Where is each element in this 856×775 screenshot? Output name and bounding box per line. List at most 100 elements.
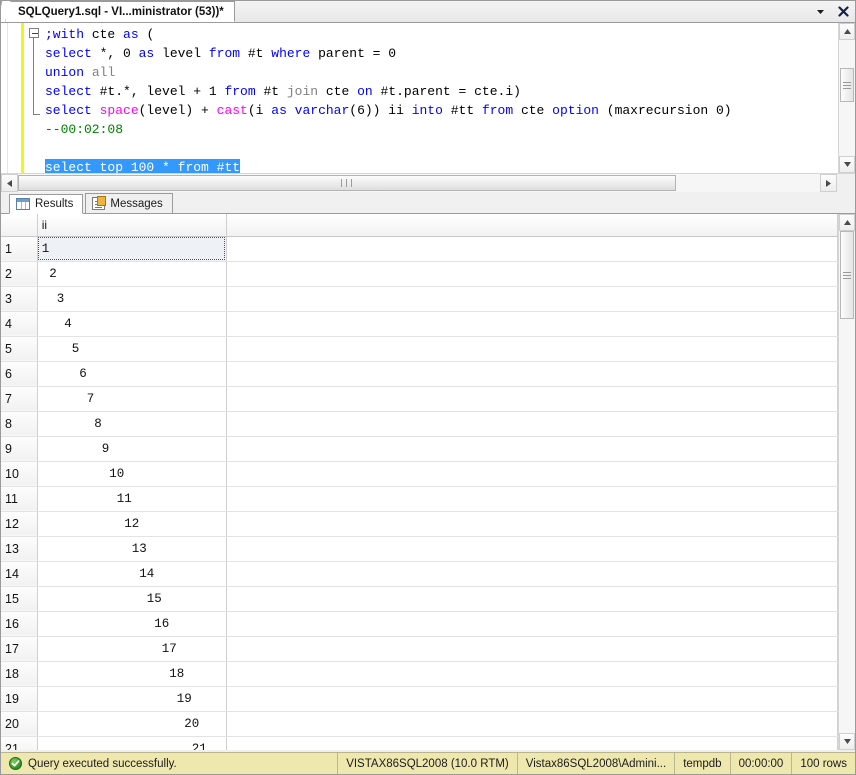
scroll-up-arrow-icon[interactable] — [839, 214, 855, 231]
editor-hscroll-thumb[interactable] — [18, 175, 676, 191]
table-row[interactable]: 7 7 — [1, 386, 838, 412]
grid-cell-ii[interactable]: 12 — [37, 511, 227, 537]
editor-vscroll-thumb[interactable] — [840, 68, 854, 102]
document-tab-sqlquery1[interactable]: SQLQuery1.sql - VI...ministrator (53))* — [5, 1, 235, 22]
scroll-right-arrow-icon[interactable] — [820, 174, 837, 192]
table-row[interactable]: 3 3 — [1, 286, 838, 312]
row-header-cell[interactable]: 4 — [1, 311, 38, 337]
table-row[interactable]: 8 8 — [1, 411, 838, 437]
row-header-cell[interactable]: 2 — [1, 261, 38, 287]
grid-cell-ii[interactable]: 1 — [37, 236, 227, 262]
table-row[interactable]: 9 9 — [1, 436, 838, 462]
grid-cell-ii[interactable]: 8 — [37, 411, 227, 437]
table-row[interactable]: 19 19 — [1, 686, 838, 712]
scroll-down-arrow-icon[interactable] — [839, 733, 855, 750]
code-line[interactable] — [45, 139, 838, 158]
grid-cell-ii[interactable]: 5 — [37, 336, 227, 362]
unsaved-change-bar — [21, 23, 24, 173]
table-row[interactable]: 4 4 — [1, 311, 838, 337]
row-header-cell[interactable]: 21 — [1, 736, 38, 750]
row-header-cell[interactable]: 19 — [1, 686, 38, 712]
results-vscroll-thumb[interactable] — [840, 231, 854, 319]
grid-cell-ii[interactable]: 9 — [37, 436, 227, 462]
header-rownum-corner[interactable] — [1, 214, 38, 237]
scroll-left-arrow-icon[interactable] — [1, 174, 18, 192]
row-header-cell[interactable]: 18 — [1, 661, 38, 687]
grid-cell-ii[interactable]: 11 — [37, 486, 227, 512]
row-header-cell[interactable]: 3 — [1, 286, 38, 312]
table-row[interactable]: 6 6 — [1, 361, 838, 387]
table-row[interactable]: 16 16 — [1, 611, 838, 637]
row-header-cell[interactable]: 15 — [1, 586, 38, 612]
editor-hscroll-track[interactable] — [18, 174, 820, 192]
grid-cell-ii[interactable]: 16 — [37, 611, 227, 637]
code-line[interactable]: select #t.*, level + 1 from #t join cte … — [45, 82, 838, 101]
tab-results[interactable]: Results — [9, 194, 84, 214]
grid-cell-ii[interactable]: 19 — [37, 686, 227, 712]
row-header-cell[interactable]: 14 — [1, 561, 38, 587]
grid-cell-ii[interactable]: 10 — [37, 461, 227, 487]
grid-cell-ii[interactable]: 3 — [37, 286, 227, 312]
grid-filler-cell — [226, 736, 838, 750]
table-row[interactable]: 5 5 — [1, 336, 838, 362]
tab-messages[interactable]: Messages — [85, 193, 173, 213]
table-row[interactable]: 11 11 — [1, 486, 838, 512]
table-row[interactable]: 18 18 — [1, 661, 838, 687]
scroll-up-arrow-icon[interactable] — [839, 23, 855, 40]
grid-cell-ii[interactable]: 20 — [37, 711, 227, 737]
sql-code-editor[interactable]: ;with cte as (select *, 0 as level from … — [1, 23, 855, 173]
grid-cell-ii[interactable]: 17 — [37, 636, 227, 662]
row-header-cell[interactable]: 11 — [1, 486, 38, 512]
editor-vertical-scrollbar[interactable] — [838, 23, 855, 173]
row-header-cell[interactable]: 10 — [1, 461, 38, 487]
editor-vscroll-track[interactable] — [839, 40, 855, 156]
results-vertical-scrollbar[interactable] — [838, 214, 855, 750]
table-row[interactable]: 11 — [1, 236, 838, 262]
table-row[interactable]: 2 2 — [1, 261, 838, 287]
grid-cell-ii[interactable]: 21 — [37, 736, 227, 750]
code-line[interactable]: select space(level) + cast(i as varchar(… — [45, 101, 838, 120]
grid-cell-ii[interactable]: 15 — [37, 586, 227, 612]
row-header-cell[interactable]: 1 — [1, 236, 38, 262]
row-header-cell[interactable]: 8 — [1, 411, 38, 437]
editor-horizontal-scrollbar[interactable] — [1, 173, 855, 192]
grid-cell-ii[interactable]: 6 — [37, 361, 227, 387]
row-header-cell[interactable]: 7 — [1, 386, 38, 412]
table-row[interactable]: 10 10 — [1, 461, 838, 487]
code-line[interactable]: --00:02:08 — [45, 120, 838, 139]
scroll-down-arrow-icon[interactable] — [839, 156, 855, 173]
column-header-ii[interactable]: ii — [37, 214, 227, 237]
row-header-cell[interactable]: 20 — [1, 711, 38, 737]
results-vscroll-track[interactable] — [839, 231, 855, 733]
row-header-cell[interactable]: 12 — [1, 511, 38, 537]
code-line[interactable]: union all — [45, 63, 838, 82]
table-row[interactable]: 14 14 — [1, 561, 838, 587]
row-header-cell[interactable]: 17 — [1, 636, 38, 662]
row-header-cell[interactable]: 13 — [1, 536, 38, 562]
table-row[interactable]: 12 12 — [1, 511, 838, 537]
grid-cell-ii[interactable]: 14 — [37, 561, 227, 587]
grid-cell-ii[interactable]: 4 — [37, 311, 227, 337]
grid-cell-ii[interactable]: 7 — [37, 386, 227, 412]
code-line[interactable]: select *, 0 as level from #t where paren… — [45, 44, 838, 63]
collapse-region-icon[interactable] — [29, 28, 39, 38]
grid-cell-ii[interactable]: 18 — [37, 661, 227, 687]
table-row[interactable]: 20 20 — [1, 711, 838, 737]
code-line[interactable]: ;with cte as ( — [45, 25, 838, 44]
code-line[interactable]: select top 100 * from #tt — [45, 158, 838, 173]
row-header-cell[interactable]: 5 — [1, 336, 38, 362]
table-row[interactable]: 17 17 — [1, 636, 838, 662]
row-header-cell[interactable]: 9 — [1, 436, 38, 462]
row-header-cell[interactable]: 6 — [1, 361, 38, 387]
table-row[interactable]: 15 15 — [1, 586, 838, 612]
chevron-down-icon[interactable] — [813, 4, 828, 19]
grid-cell-ii[interactable]: 2 — [37, 261, 227, 287]
grid-cell-ii[interactable]: 13 — [37, 536, 227, 562]
table-row[interactable]: 21 21 — [1, 736, 838, 750]
results-grid-scroller[interactable]: ii 112 23 34 45 56 67 78 89 9 10 10 11 11 1… — [1, 214, 838, 750]
code-text-area[interactable]: ;with cte as (select *, 0 as level from … — [43, 23, 838, 173]
row-header-cell[interactable]: 16 — [1, 611, 38, 637]
close-icon[interactable] — [836, 4, 851, 19]
selected-code-text[interactable]: select top 100 * from #tt — [45, 159, 241, 173]
table-row[interactable]: 13 13 — [1, 536, 838, 562]
